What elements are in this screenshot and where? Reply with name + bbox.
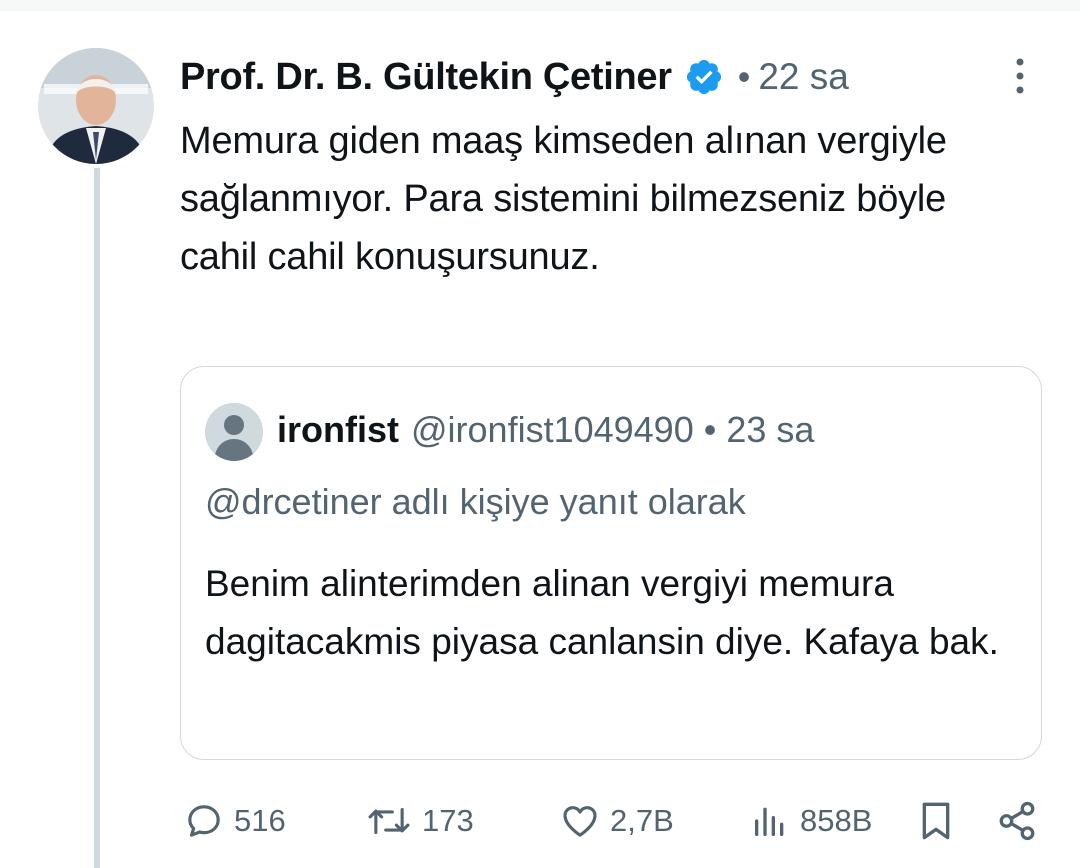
views-button[interactable]: 858B — [750, 796, 872, 846]
tweet-text: Memura giden maaş kimseden alınan vergiy… — [180, 120, 947, 278]
quoted-time: 23 sa — [726, 409, 815, 450]
action-bar: 516 173 2,7B 858B — [180, 796, 1060, 846]
heart-icon — [560, 801, 600, 841]
reply-count: 516 — [234, 803, 286, 838]
retweet-button[interactable]: 173 — [366, 796, 474, 846]
share-icon — [996, 800, 1038, 842]
quoted-handle: @ironfist1049490 — [411, 409, 694, 450]
retweet-icon — [366, 801, 412, 841]
views-count: 858B — [800, 803, 873, 838]
author-name[interactable]: Prof. Dr. B. Gültekin Çetiner — [180, 56, 672, 99]
reply-icon — [184, 801, 224, 841]
more-icon[interactable] — [1010, 56, 1030, 96]
quoted-time-separator: • — [703, 409, 717, 450]
views-icon — [750, 801, 790, 841]
bookmark-button[interactable] — [916, 796, 956, 846]
like-count: 2,7B — [610, 803, 674, 838]
reply-button[interactable]: 516 — [184, 796, 286, 846]
author-avatar[interactable] — [38, 48, 154, 164]
quoted-text: Benim alinterimden alinan vergiyi memura… — [205, 563, 999, 662]
quoted-header: ironfist @ironfist1049490 • 23 sa — [277, 409, 814, 451]
like-button[interactable]: 2,7B — [560, 796, 674, 846]
quoted-avatar — [205, 403, 263, 461]
verified-badge-icon — [684, 57, 724, 97]
retweet-count: 173 — [422, 803, 474, 838]
top-divider — [0, 0, 1080, 11]
quoted-tweet[interactable]: ironfist @ironfist1049490 • 23 sa @drcet… — [180, 366, 1042, 760]
bookmark-icon — [916, 799, 956, 843]
quoted-name: ironfist — [277, 409, 399, 450]
thread-line — [94, 168, 100, 868]
share-button[interactable] — [996, 796, 1038, 846]
tweet-time[interactable]: 22 sa — [758, 56, 849, 98]
tweet-header: Prof. Dr. B. Gültekin Çetiner • 22 sa — [180, 52, 1060, 102]
quoted-reply-context: @drcetiner adlı kişiye yanıt olarak — [205, 481, 746, 522]
time-separator: • — [737, 56, 751, 97]
